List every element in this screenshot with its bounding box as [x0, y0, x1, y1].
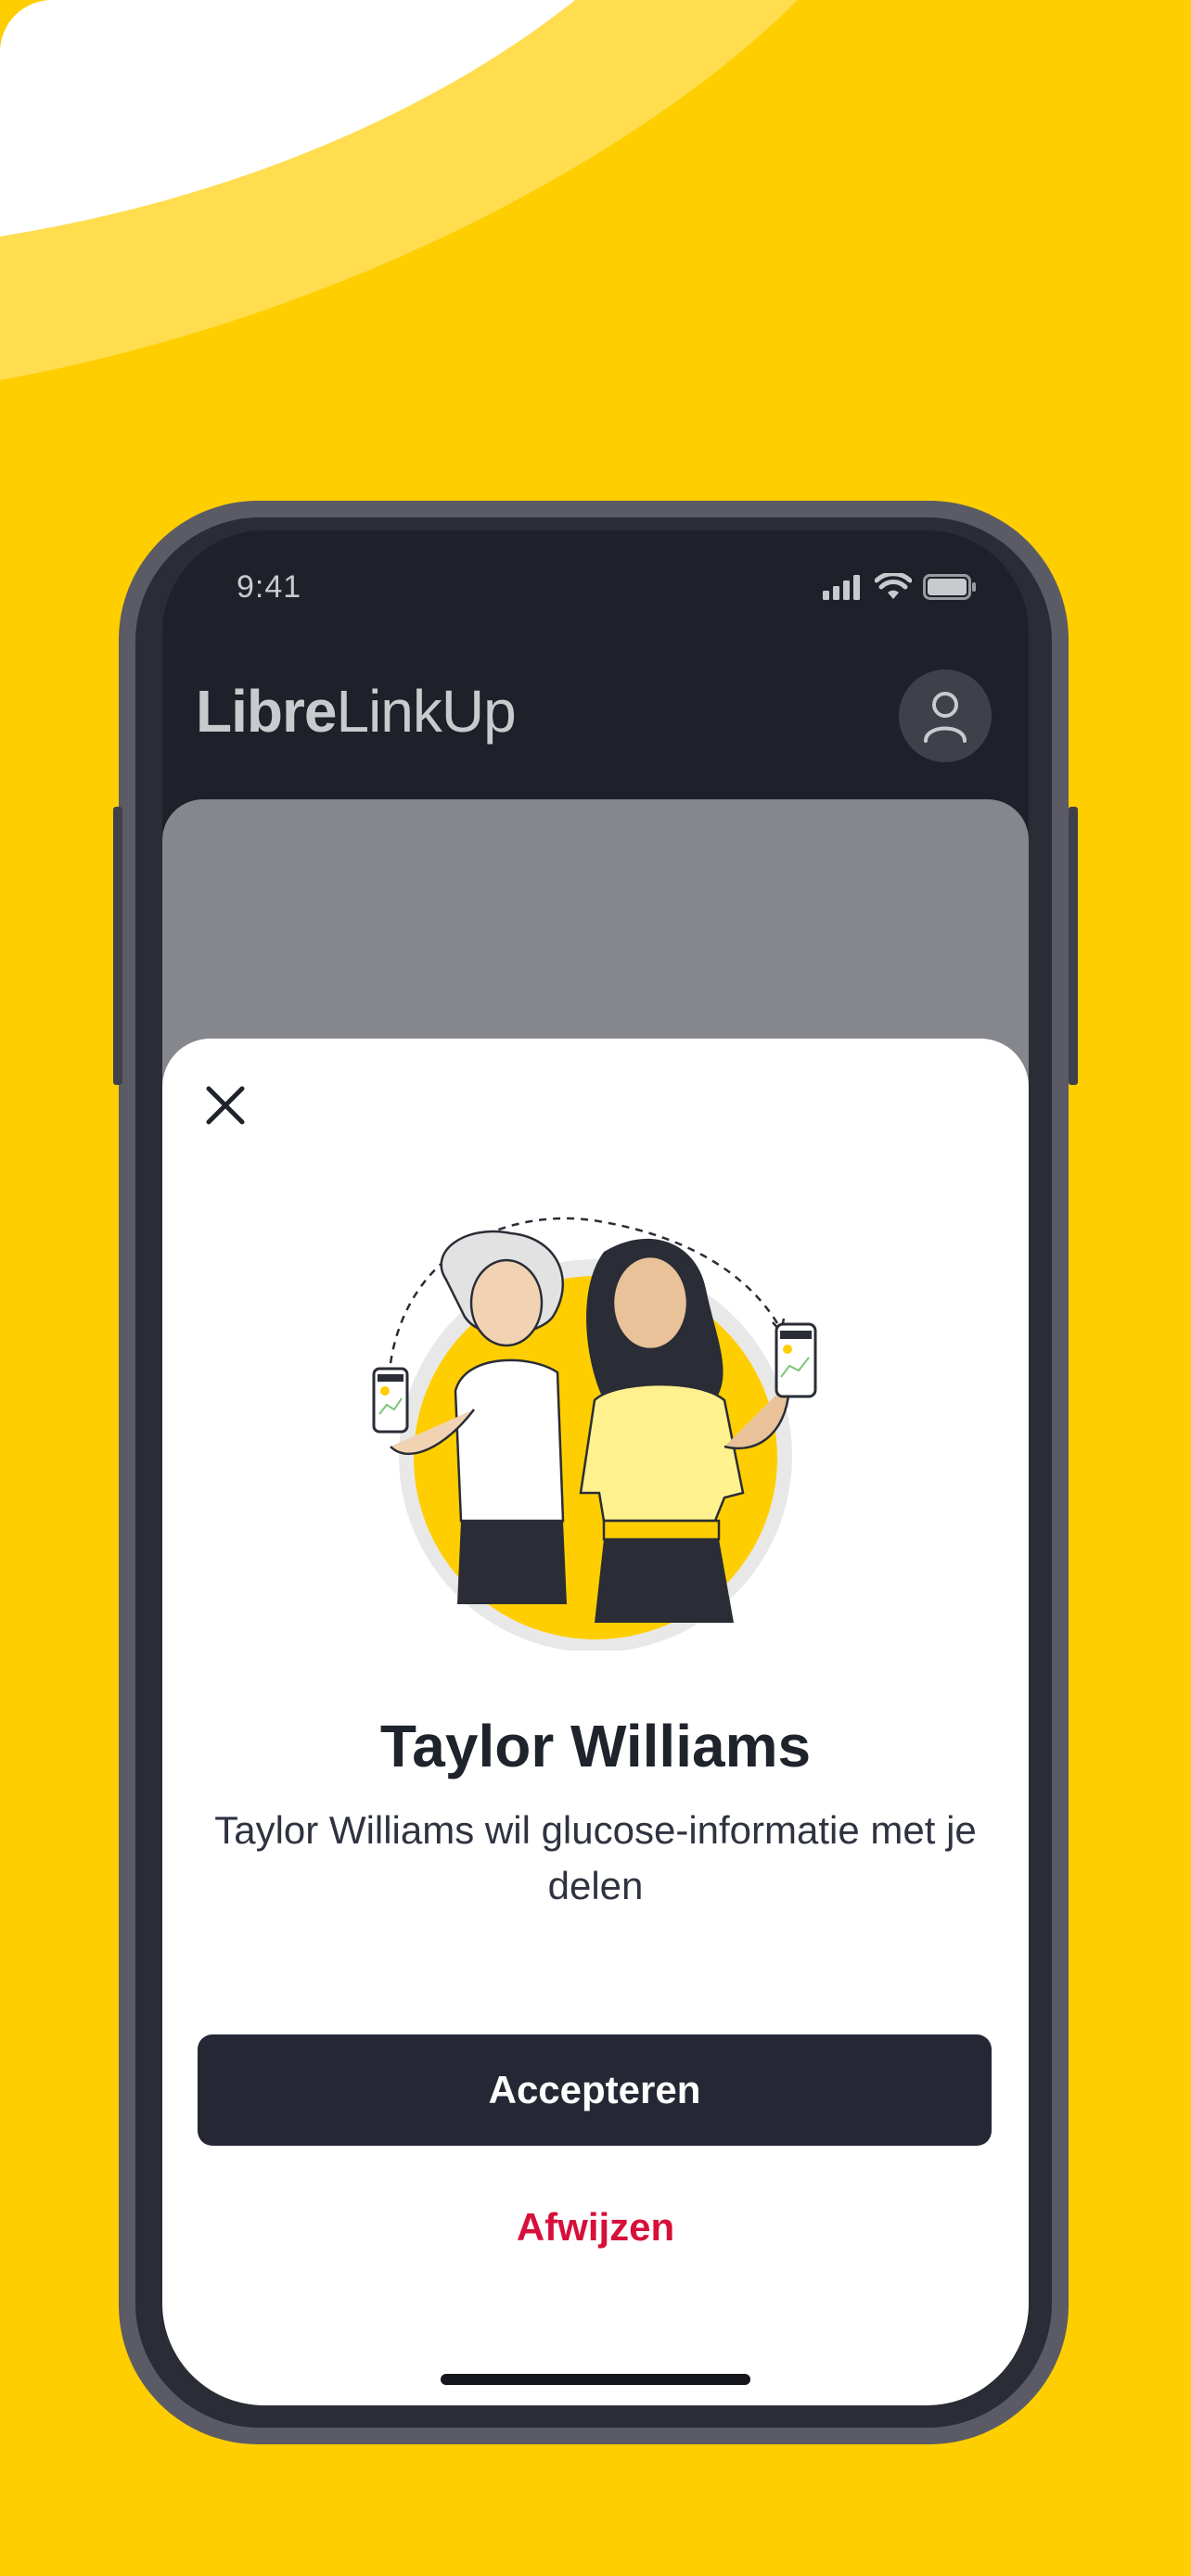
app-title-bold: Libre — [196, 678, 337, 745]
profile-icon — [924, 692, 967, 743]
background-card: 9:41 LibreLinkUp Taylor Williams Taylor … — [0, 0, 1191, 2576]
phone-screen: 9:41 LibreLinkUp Taylor Williams Taylor … — [162, 530, 1029, 2405]
power-button — [1069, 807, 1078, 1085]
share-invite-sheet: Taylor Williams Taylor Williams wil gluc… — [162, 1039, 1029, 2405]
sharer-name: Taylor Williams — [379, 1713, 812, 1779]
app-title-regular: LinkUp — [336, 678, 516, 745]
two-women-sharing-phones-illustration — [372, 1217, 817, 1651]
background-arc-decoration — [0, 0, 798, 380]
wifi-icon — [875, 573, 912, 599]
home-indicator[interactable] — [441, 2374, 750, 2385]
close-button[interactable] — [199, 1079, 251, 1131]
share-message: Taylor Williams wil glucose-informatie m… — [214, 1808, 977, 1907]
accept-button[interactable]: Accepteren — [198, 2034, 992, 2146]
volume-button — [113, 807, 122, 1085]
close-icon — [206, 1086, 245, 1125]
status-time: 9:41 — [237, 569, 302, 605]
decline-button[interactable]: Afwijzen — [162, 2205, 1029, 2250]
cellular-signal-icon — [823, 575, 860, 600]
status-icons — [823, 573, 977, 601]
app-title: LibreLinkUp — [196, 677, 517, 746]
profile-button[interactable] — [899, 670, 992, 762]
battery-icon — [923, 574, 976, 600]
